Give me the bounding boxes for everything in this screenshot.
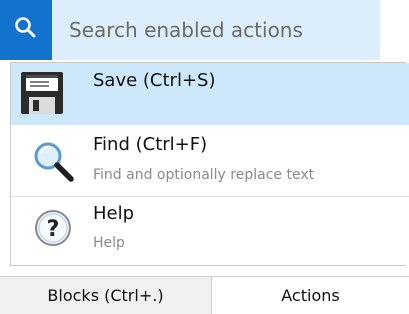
action-list: Save (Ctrl+S) Find (Ctrl+F) Find and opt… [10, 62, 409, 266]
action-item-description: Find and optionally replace text [93, 167, 315, 183]
action-item-title: Save (Ctrl+S) [93, 70, 216, 91]
tab-actions[interactable]: Actions [212, 277, 409, 314]
svg-text:?: ? [47, 217, 60, 242]
floppy-disk-icon [19, 70, 65, 120]
question-mark-icon: ? [33, 207, 75, 253]
action-item-save[interactable]: Save (Ctrl+S) [11, 63, 409, 125]
action-item-description: Help [93, 235, 125, 251]
bottom-tabs: Blocks (Ctrl+.) Actions [0, 276, 409, 314]
action-item-title: Find (Ctrl+F) [93, 134, 208, 155]
tab-blocks[interactable]: Blocks (Ctrl+.) [0, 277, 212, 314]
action-item-title: Help [93, 203, 135, 224]
search-input[interactable] [52, 0, 378, 60]
magnifier-icon [31, 139, 77, 189]
search-bar [0, 0, 380, 60]
action-item-help[interactable]: ? Help Help [11, 197, 409, 265]
action-item-find[interactable]: Find (Ctrl+F) Find and optionally replac… [11, 125, 409, 197]
search-icon[interactable] [0, 0, 52, 60]
action-palette: Save (Ctrl+S) Find (Ctrl+F) Find and opt… [0, 0, 409, 314]
